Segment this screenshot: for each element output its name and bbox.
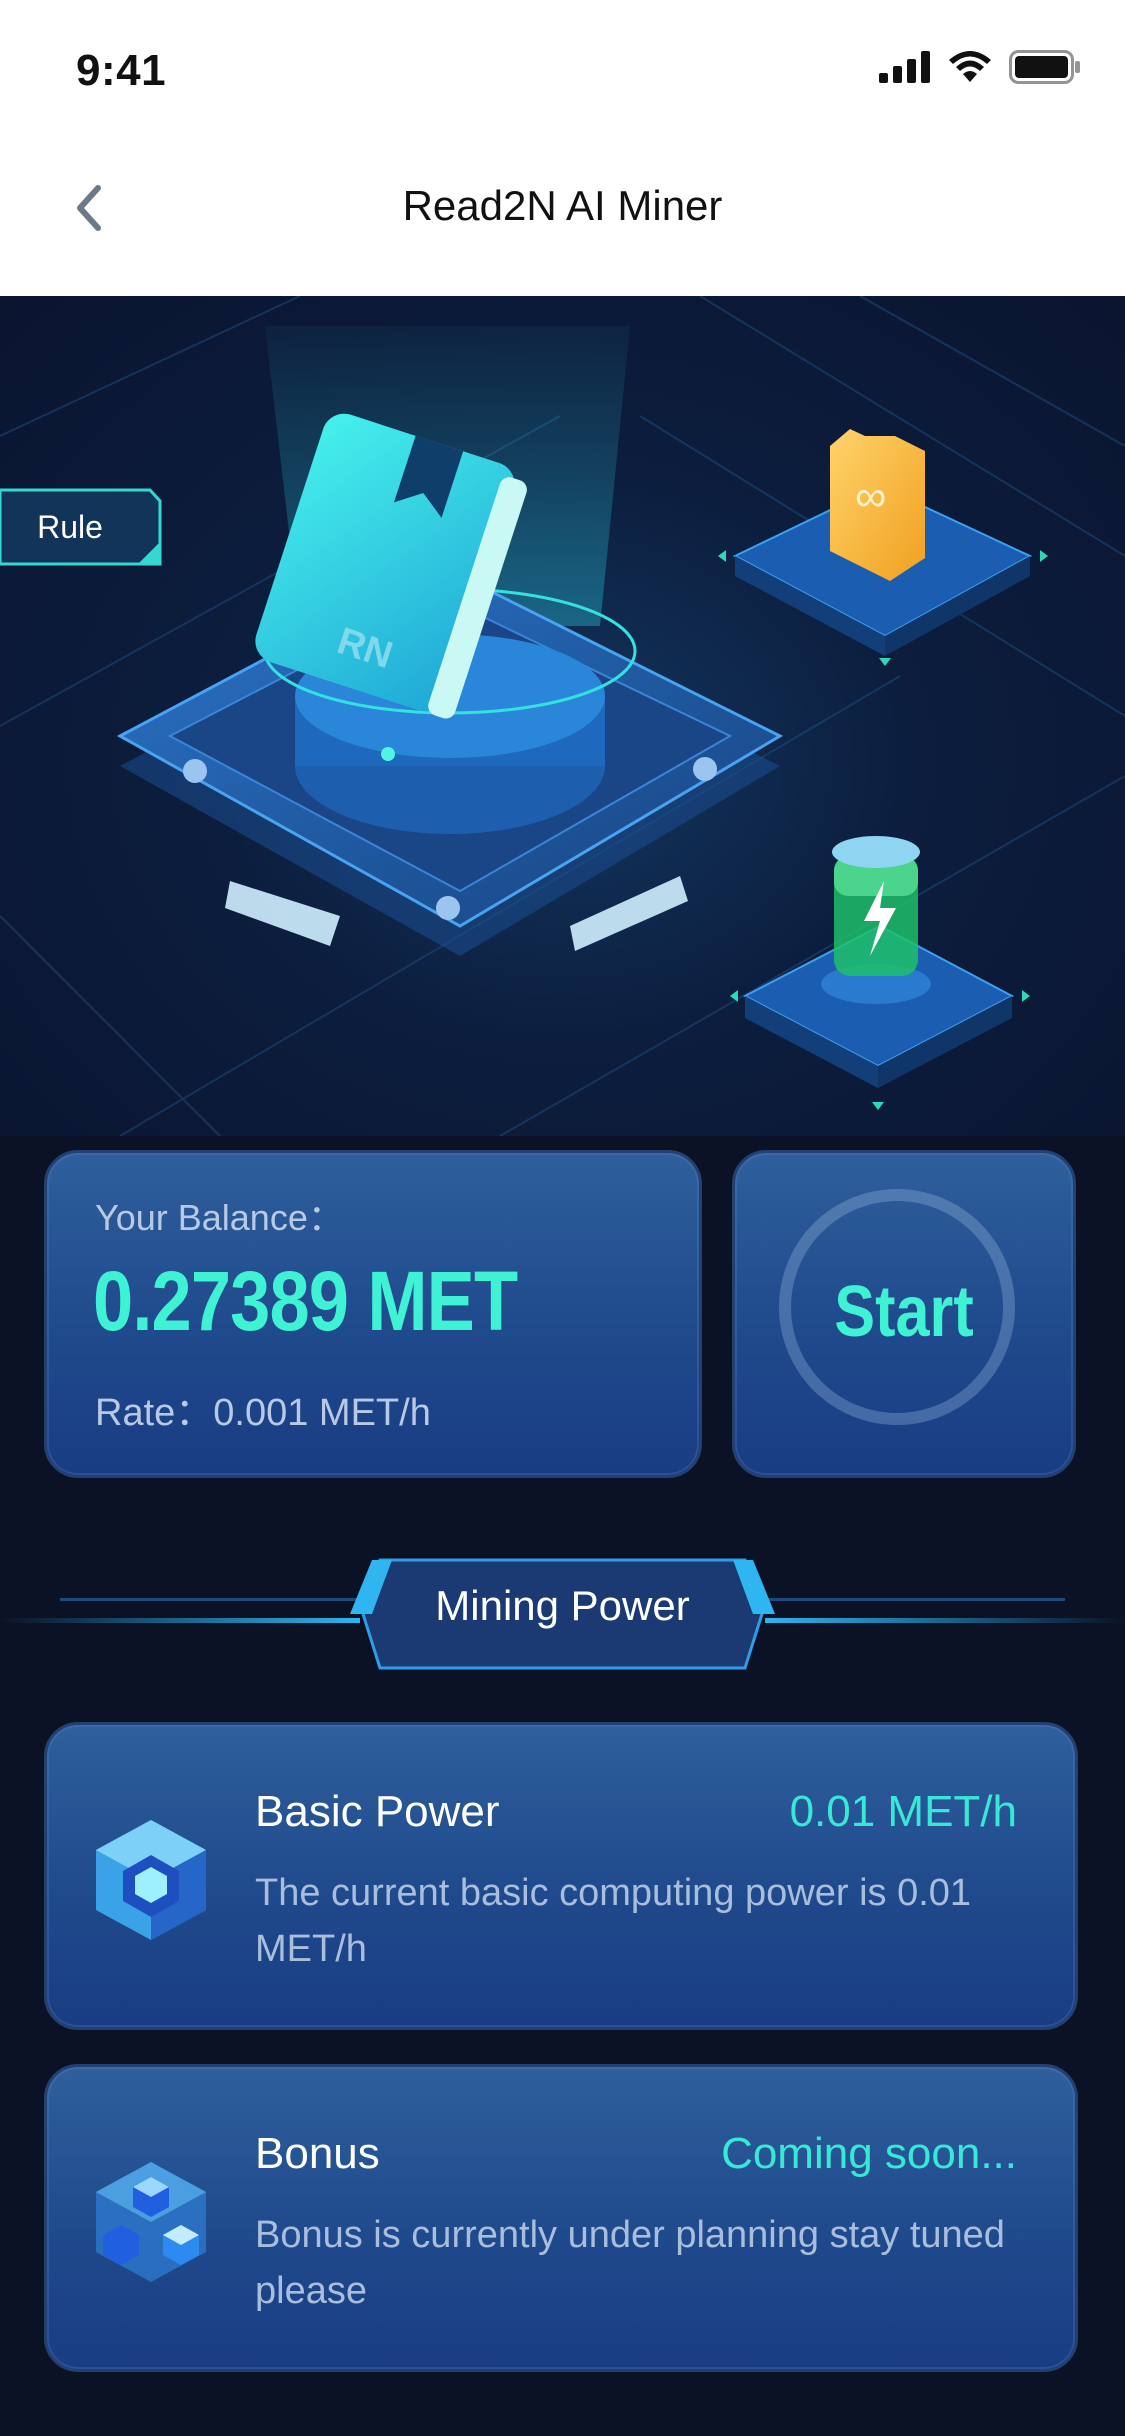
balance-value: 0.27389 MET <box>93 1254 518 1348</box>
status-time: 9:41 <box>76 46 167 95</box>
status-icons <box>879 50 1081 84</box>
bonus-value: Coming soon... <box>721 2129 1017 2178</box>
signal-icon <box>879 51 930 83</box>
page-title: Read2N AI Miner <box>402 182 723 229</box>
rate-text: Rate：0.001 MET/h <box>95 1392 431 1434</box>
power-description: The current basic computing power is 0.0… <box>255 1872 972 1970</box>
bonus-description: Bonus is currently under planning stay t… <box>255 2214 1005 2312</box>
balance-label: Your Balance： <box>95 1197 344 1238</box>
battery-icon <box>1009 50 1080 84</box>
basic-power-card: Basic Power 0.01 MET/h The current basic… <box>44 1722 1078 2030</box>
wifi-icon <box>949 51 991 82</box>
svg-text:∞: ∞ <box>855 472 886 521</box>
bonus-card: Bonus Coming soon... Bonus is currently … <box>44 2064 1078 2372</box>
start-button[interactable]: Start <box>732 1150 1076 1478</box>
power-title: Basic Power <box>255 1787 500 1836</box>
cube-icon <box>96 1820 206 1940</box>
header: 9:41 Read2N AI Miner <box>0 0 1125 296</box>
start-label: Start <box>834 1272 974 1352</box>
hero-graphic: RN ∞ <box>0 296 1125 1136</box>
cubes-icon <box>96 2162 206 2282</box>
rule-button[interactable]: Rule <box>0 490 140 564</box>
mining-power-header: Mining Power <box>0 1552 1125 1672</box>
section-title: Mining Power <box>435 1582 690 1629</box>
hero-illustration: RN ∞ Rule <box>0 296 1125 1136</box>
balance-card: Your Balance： 0.27389 MET Rate：0.001 MET… <box>44 1150 702 1478</box>
power-value: 0.01 MET/h <box>789 1787 1017 1836</box>
bonus-title: Bonus <box>255 2129 380 2178</box>
